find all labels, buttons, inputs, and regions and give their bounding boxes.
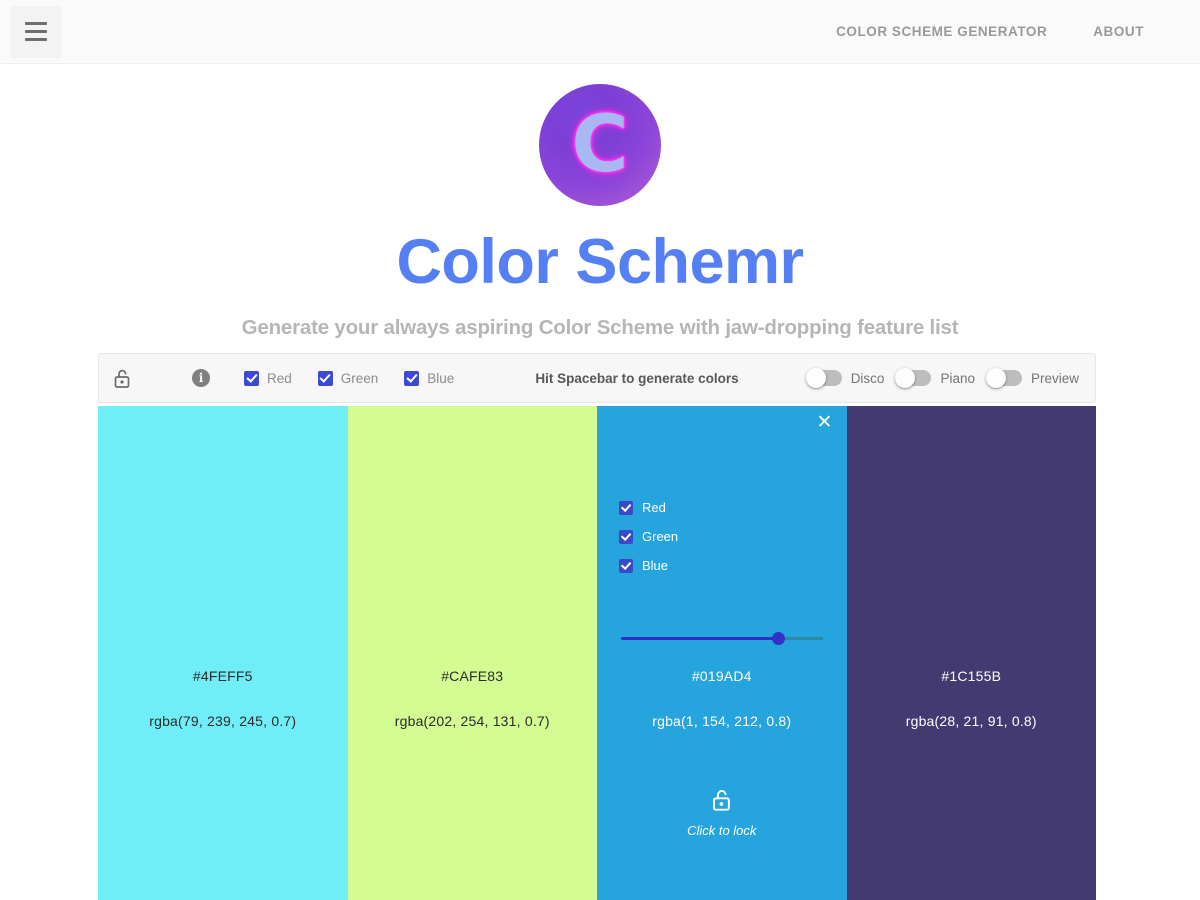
swatch-hex-2: #CAFE83: [348, 668, 598, 684]
popup-checkbox-box-red[interactable]: [619, 501, 633, 515]
toggle-switch-disco[interactable]: [807, 370, 842, 386]
hero-section: C Color Schemr Generate your always aspi…: [0, 64, 1200, 340]
swatch-options-popup: ✕ Red Green Blue: [597, 406, 847, 900]
spacebar-hint: Hit Spacebar to generate colors: [535, 371, 738, 386]
toolbar-unlock-icon[interactable]: [113, 368, 132, 389]
click-to-lock-label: Click to lock: [597, 823, 847, 838]
toolbar-toggles: Disco Piano Preview: [807, 370, 1095, 386]
logo: C: [539, 84, 661, 206]
nav-links: COLOR SCHEME GENERATOR ABOUT: [836, 24, 1200, 39]
page-title: Color Schemr: [0, 228, 1200, 296]
checkbox-box-blue[interactable]: [404, 371, 419, 386]
controls-toolbar: i Red Green Blue Hit Spacebar to generat…: [98, 353, 1096, 403]
info-glyph: i: [192, 369, 210, 387]
popup-checkbox-green[interactable]: Green: [619, 529, 678, 544]
popup-checkbox-blue[interactable]: Blue: [619, 558, 678, 573]
checkbox-label-blue: Blue: [427, 371, 454, 386]
toggle-switch-preview[interactable]: [987, 370, 1022, 386]
popup-checkbox-label-blue: Blue: [642, 558, 668, 573]
color-swatch-3[interactable]: #019AD4 rgba(1, 154, 212, 0.8) ✕ Red Gre…: [597, 406, 847, 900]
toggle-piano[interactable]: Piano: [896, 370, 975, 386]
toggle-label-preview: Preview: [1031, 371, 1079, 386]
swatch-hex-4: #1C155B: [847, 668, 1097, 684]
color-swatch-row: #4FEFF5 rgba(79, 239, 245, 0.7) #CAFE83 …: [98, 406, 1096, 900]
hamburger-bar: [25, 30, 47, 33]
swatch-rgba-1: rgba(79, 239, 245, 0.7): [98, 713, 348, 729]
popup-checkbox-box-green[interactable]: [619, 530, 633, 544]
toggle-label-piano: Piano: [940, 371, 975, 386]
hamburger-menu-icon[interactable]: [10, 6, 62, 58]
checkbox-green[interactable]: Green: [318, 371, 379, 386]
toolbar-info-icon[interactable]: i: [192, 369, 210, 387]
click-to-lock-button[interactable]: Click to lock: [597, 788, 847, 838]
checkbox-red[interactable]: Red: [244, 371, 292, 386]
toggle-disco[interactable]: Disco: [807, 370, 885, 386]
logo-circle: C: [539, 84, 661, 206]
popup-channel-checkboxes: Red Green Blue: [619, 500, 678, 573]
swatch-hex-1: #4FEFF5: [98, 668, 348, 684]
checkbox-box-red[interactable]: [244, 371, 259, 386]
unlock-icon: [711, 788, 733, 812]
checkbox-box-green[interactable]: [318, 371, 333, 386]
color-swatch-1[interactable]: #4FEFF5 rgba(79, 239, 245, 0.7): [98, 406, 348, 900]
popup-checkbox-label-red: Red: [642, 500, 666, 515]
top-navbar: COLOR SCHEME GENERATOR ABOUT: [0, 0, 1200, 64]
swatch-rgba-3: rgba(1, 154, 212, 0.8): [597, 713, 847, 729]
toggle-preview[interactable]: Preview: [987, 370, 1079, 386]
toggle-switch-piano[interactable]: [896, 370, 931, 386]
slider-thumb[interactable]: [772, 632, 785, 645]
checkbox-label-green: Green: [341, 371, 379, 386]
popup-checkbox-red[interactable]: Red: [619, 500, 678, 515]
page-subtitle: Generate your always aspiring Color Sche…: [0, 316, 1200, 340]
swatch-hex-3: #019AD4: [597, 668, 847, 684]
nav-link-about[interactable]: ABOUT: [1093, 24, 1144, 39]
nav-link-color-scheme-generator[interactable]: COLOR SCHEME GENERATOR: [836, 24, 1047, 39]
close-icon[interactable]: ✕: [815, 412, 835, 432]
hamburger-bar: [25, 22, 47, 25]
checkbox-label-red: Red: [267, 371, 292, 386]
slider-fill: [621, 637, 778, 640]
brightness-slider[interactable]: [621, 630, 823, 646]
popup-checkbox-box-blue[interactable]: [619, 559, 633, 573]
toggle-label-disco: Disco: [851, 371, 885, 386]
popup-checkbox-label-green: Green: [642, 529, 678, 544]
color-swatch-2[interactable]: #CAFE83 rgba(202, 254, 131, 0.7): [348, 406, 598, 900]
logo-letter: C: [539, 106, 661, 184]
toolbar-channel-checkboxes: Red Green Blue: [244, 371, 454, 386]
swatch-rgba-4: rgba(28, 21, 91, 0.8): [847, 713, 1097, 729]
checkbox-blue[interactable]: Blue: [404, 371, 454, 386]
swatch-rgba-2: rgba(202, 254, 131, 0.7): [348, 713, 598, 729]
color-swatch-4[interactable]: #1C155B rgba(28, 21, 91, 0.8): [847, 406, 1097, 900]
hamburger-bar: [25, 38, 47, 41]
